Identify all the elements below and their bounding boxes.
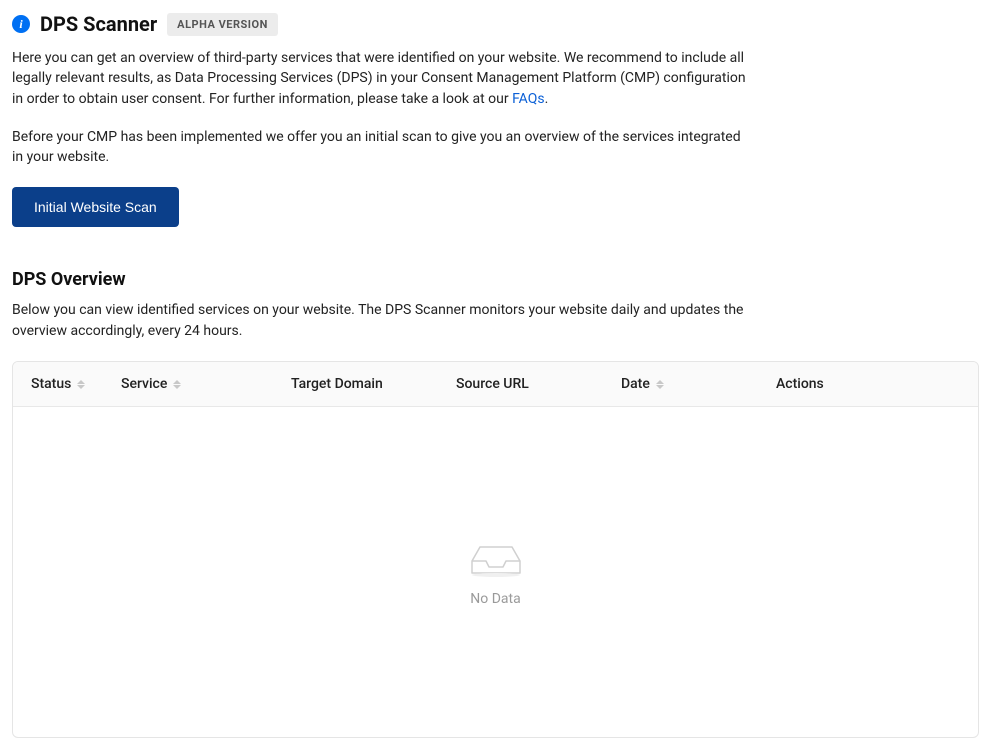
overview-title: DPS Overview xyxy=(12,269,979,290)
info-icon: i xyxy=(12,15,30,33)
intro-text-before-link: Here you can get an overview of third-pa… xyxy=(12,50,746,107)
dps-table: Status Service Target Domain Source URL … xyxy=(12,361,979,738)
table-header-row: Status Service Target Domain Source URL … xyxy=(13,362,978,407)
column-header-actions: Actions xyxy=(776,376,960,392)
column-header-target-domain: Target Domain xyxy=(291,376,456,392)
table-empty-state: No Data xyxy=(13,407,978,737)
initial-scan-button[interactable]: Initial Website Scan xyxy=(12,187,179,227)
intro-paragraph-2: Before your CMP has been implemented we … xyxy=(12,127,752,168)
column-header-status[interactable]: Status xyxy=(31,376,121,392)
column-header-date[interactable]: Date xyxy=(621,376,776,392)
intro-text-after-link: . xyxy=(545,91,549,107)
column-label-service: Service xyxy=(121,376,167,392)
empty-text: No Data xyxy=(470,591,520,607)
page-header: i DPS Scanner ALPHA VERSION xyxy=(12,12,979,36)
overview-section: DPS Overview Below you can view identifi… xyxy=(12,269,979,738)
column-header-source-url: Source URL xyxy=(456,376,621,392)
faqs-link[interactable]: FAQs xyxy=(512,91,545,107)
empty-inbox-icon xyxy=(468,537,524,577)
sort-icon xyxy=(173,380,181,389)
sort-icon xyxy=(77,380,85,389)
column-label-date: Date xyxy=(621,376,650,392)
page-title: DPS Scanner xyxy=(40,12,157,36)
column-header-service[interactable]: Service xyxy=(121,376,291,392)
overview-description: Below you can view identified services o… xyxy=(12,300,752,341)
column-label-actions: Actions xyxy=(776,376,824,392)
column-label-status: Status xyxy=(31,376,71,392)
alpha-badge: ALPHA VERSION xyxy=(167,13,278,36)
sort-icon xyxy=(656,380,664,389)
column-label-target-domain: Target Domain xyxy=(291,376,383,392)
intro-paragraph-1: Here you can get an overview of third-pa… xyxy=(12,48,752,109)
column-label-source-url: Source URL xyxy=(456,376,529,392)
